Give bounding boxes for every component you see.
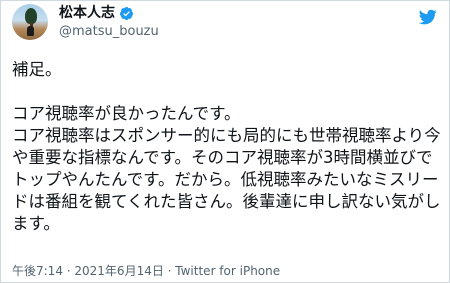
display-name[interactable]: 松本人志 — [59, 4, 115, 22]
avatar-person — [27, 26, 34, 36]
author-name-row: 松本人志 — [59, 4, 134, 22]
avatar[interactable] — [12, 4, 48, 40]
tweet-timestamp[interactable]: 午後7:14 · 2021年6月14日 · Twitter for iPhone — [12, 263, 280, 279]
user-handle[interactable]: @matsu_bouzu — [59, 23, 159, 40]
tweet-card: 松本人志 @matsu_bouzu 補足。 コア視聴率が良かったんです。 コア視… — [0, 0, 450, 283]
twitter-icon[interactable] — [419, 8, 437, 26]
tweet-text: 補足。 コア視聴率が良かったんです。 コア視聴率はスポンサー的にも局的にも世帯視… — [12, 60, 441, 233]
verified-badge-icon — [119, 6, 134, 20]
